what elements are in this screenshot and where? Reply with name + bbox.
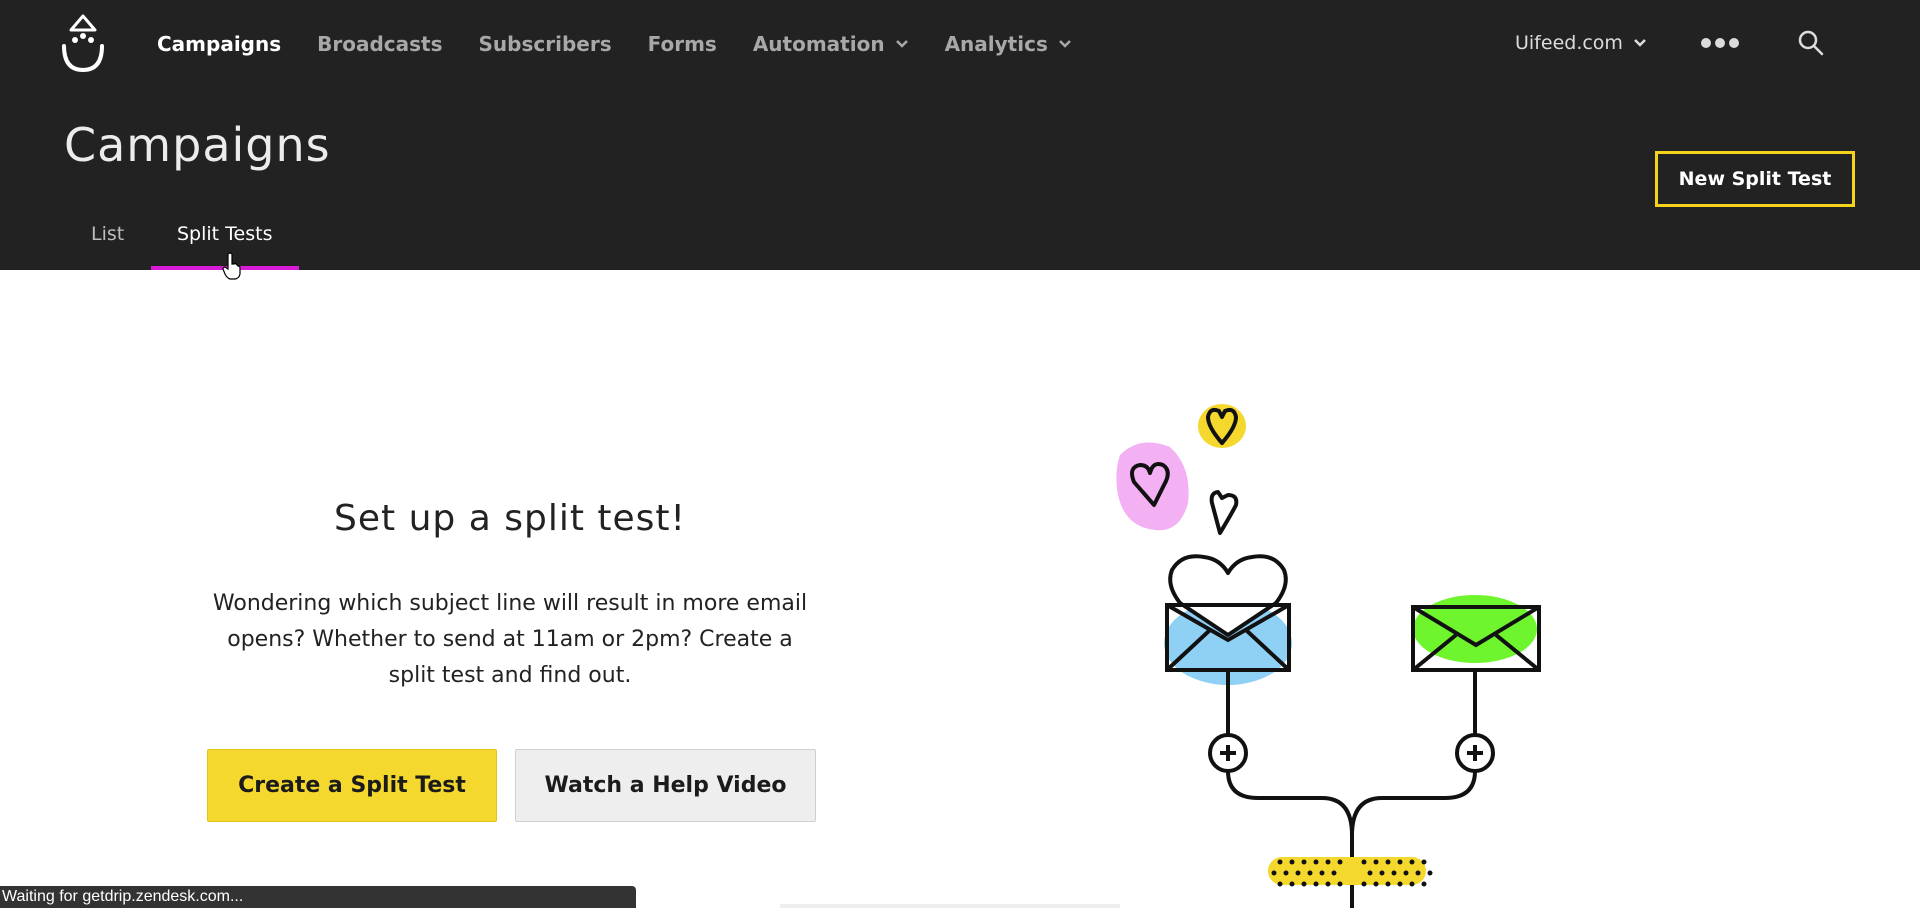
account-name: Uifeed.com <box>1515 32 1623 54</box>
new-split-test-button[interactable]: New Split Test <box>1655 151 1855 207</box>
tab-list[interactable]: List <box>91 223 124 245</box>
nav-forms[interactable]: Forms <box>648 32 717 56</box>
yellow-dot-pattern <box>1268 857 1433 887</box>
page-title: Campaigns <box>64 118 331 172</box>
chevron-down-icon <box>1634 39 1646 47</box>
green-envelope-icon <box>1411 595 1541 672</box>
nav-analytics[interactable]: Analytics <box>945 32 1072 56</box>
pink-heart-icon <box>1116 442 1189 531</box>
nav-analytics-label: Analytics <box>944 32 1048 56</box>
top-header: Campaigns Broadcasts Subscribers Forms A… <box>0 0 1920 270</box>
nav-automation[interactable]: Automation <box>753 32 909 56</box>
yellow-heart-icon <box>1198 404 1246 448</box>
chevron-down-icon <box>1058 40 1071 48</box>
drip-logo-icon[interactable] <box>60 14 106 74</box>
empty-state-description: Wondering which subject line will result… <box>212 591 808 688</box>
blue-envelope-icon <box>1164 554 1292 685</box>
watch-help-video-button[interactable]: Watch a Help Video <box>515 749 816 822</box>
search-icon[interactable] <box>1797 29 1825 57</box>
main-nav: Campaigns Broadcasts Subscribers Forms A… <box>157 30 1108 58</box>
nav-campaigns[interactable]: Campaigns <box>157 32 281 56</box>
plus-circle-icon <box>1455 733 1495 773</box>
browser-status-bar: Waiting for getdrip.zendesk.com... <box>0 886 636 908</box>
content-divider <box>780 904 1120 908</box>
nav-forms-label: Forms <box>647 32 717 56</box>
plus-circle-icon <box>1208 733 1248 773</box>
nav-subscribers[interactable]: Subscribers <box>479 32 612 56</box>
create-split-test-button[interactable]: Create a Split Test <box>207 749 497 822</box>
account-switcher[interactable]: Uifeed.com <box>1515 32 1647 54</box>
nav-subscribers-label: Subscribers <box>478 32 612 56</box>
more-dots-icon[interactable] <box>1700 37 1740 49</box>
empty-state-heading: Set up a split test! <box>334 498 686 539</box>
split-test-illustration <box>1116 404 1541 908</box>
nav-campaigns-label: Campaigns <box>157 32 282 56</box>
nav-automation-label: Automation <box>752 32 885 56</box>
nav-broadcasts-label: Broadcasts <box>317 32 443 56</box>
tab-split-tests[interactable]: Split Tests <box>177 223 272 245</box>
chevron-down-icon <box>895 40 908 48</box>
nav-broadcasts[interactable]: Broadcasts <box>317 32 442 56</box>
small-heart-icon <box>1209 490 1239 535</box>
hand-cursor-icon <box>222 252 241 280</box>
